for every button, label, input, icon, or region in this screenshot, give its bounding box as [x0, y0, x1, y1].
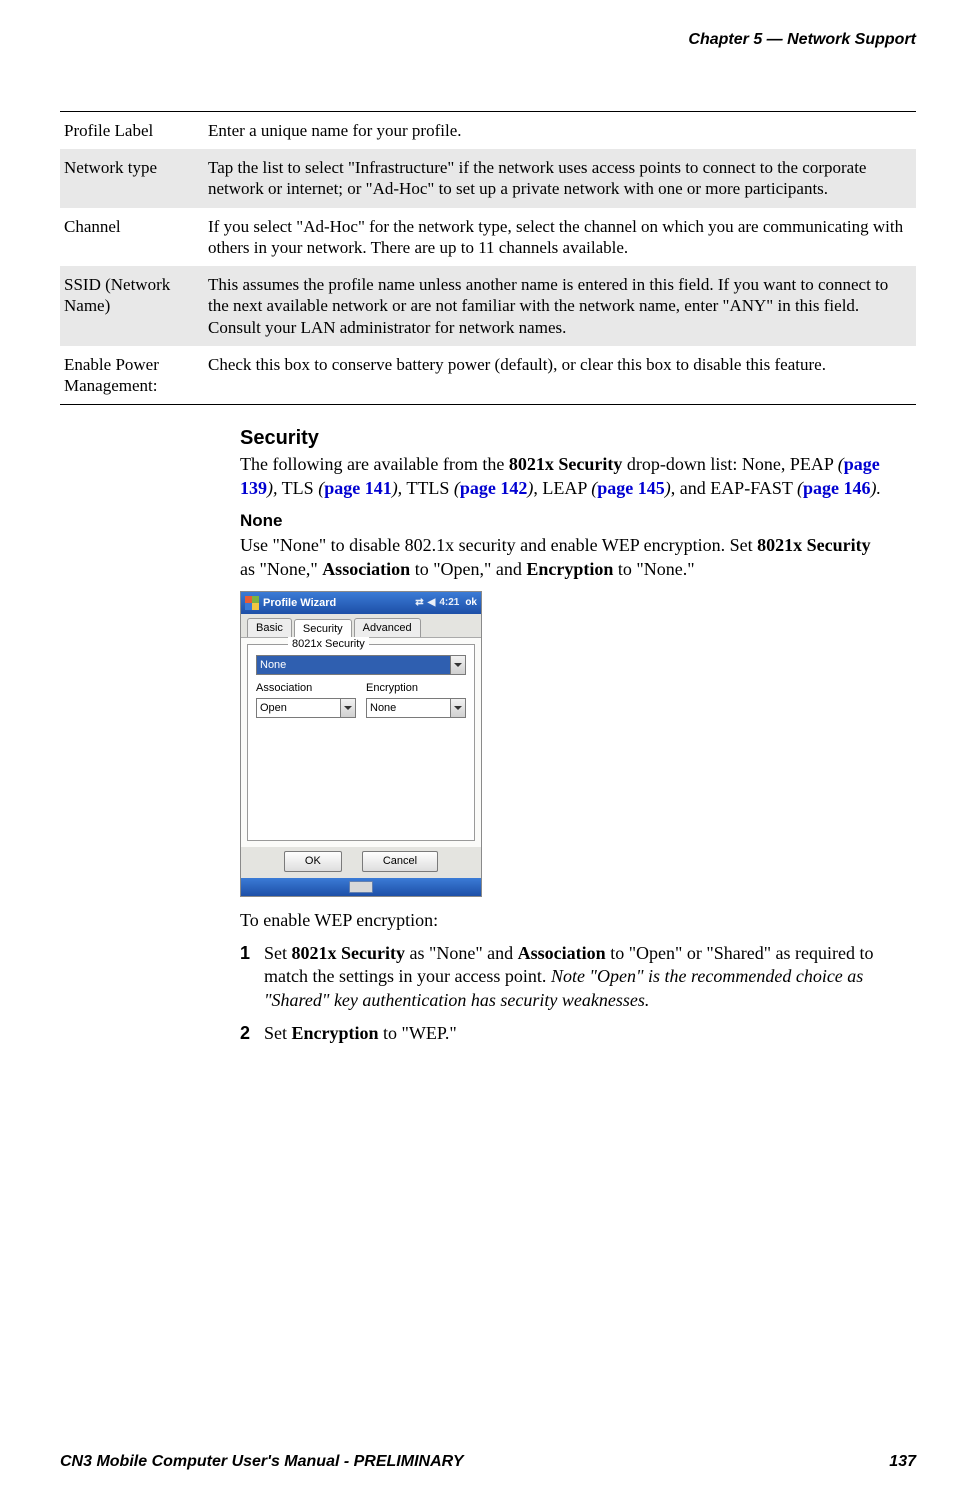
link-leap[interactable]: page 145 — [597, 478, 665, 498]
cell-label: Network type — [60, 149, 204, 208]
clock-text: 4:21 — [439, 596, 459, 609]
titlebar-ok-button[interactable]: ok — [465, 596, 477, 609]
cell-desc: Enter a unique name for your profile. — [204, 111, 916, 149]
cell-desc: This assumes the profile name unless ano… — [204, 266, 916, 346]
table-row: Enable Power Management: Check this box … — [60, 346, 916, 405]
settings-table: Profile Label Enter a unique name for yo… — [60, 111, 916, 406]
chapter-header: Chapter 5 — Network Support — [60, 30, 916, 51]
cell-label: Profile Label — [60, 111, 204, 149]
step-2: 2 Set Encryption to "WEP." — [240, 1022, 886, 1045]
table-row: Profile Label Enter a unique name for yo… — [60, 111, 916, 149]
cell-desc: Check this box to conserve battery power… — [204, 346, 916, 405]
tab-strip: Basic Security Advanced — [241, 614, 481, 638]
link-tls[interactable]: page 141 — [324, 478, 392, 498]
page-number: 137 — [889, 1452, 916, 1473]
link-ttls[interactable]: page 142 — [460, 478, 528, 498]
keyboard-icon[interactable] — [349, 881, 373, 893]
security-intro: The following are available from the 802… — [240, 453, 886, 500]
table-row: Channel If you select "Ad-Hoc" for the n… — [60, 208, 916, 267]
tab-advanced[interactable]: Advanced — [354, 618, 421, 637]
connectivity-icon: ⇄ — [415, 596, 423, 609]
ok-button[interactable]: OK — [284, 851, 342, 871]
cell-desc: If you select "Ad-Hoc" for the network t… — [204, 208, 916, 267]
cell-label: SSID (Network Name) — [60, 266, 204, 346]
none-paragraph: Use "None" to disable 802.1x security an… — [240, 534, 886, 581]
security-groupbox: 8021x Security None Association Open Enc — [247, 644, 475, 841]
cell-desc: Tap the list to select "Infrastructure" … — [204, 149, 916, 208]
security-combo[interactable]: None — [256, 655, 466, 675]
wep-heading: To enable WEP encryption: — [240, 909, 886, 932]
security-heading: Security — [240, 425, 886, 451]
cell-label: Enable Power Management: — [60, 346, 204, 405]
tab-security[interactable]: Security — [294, 619, 352, 638]
windows-logo-icon — [245, 596, 259, 610]
chevron-down-icon[interactable] — [450, 699, 465, 717]
groupbox-label: 8021x Security — [288, 637, 369, 651]
step-1: 1 Set 8021x Security as "None" and Assoc… — [240, 942, 886, 1012]
chevron-down-icon[interactable] — [340, 699, 355, 717]
none-heading: None — [240, 510, 886, 532]
table-row: SSID (Network Name) This assumes the pro… — [60, 266, 916, 346]
cancel-button[interactable]: Cancel — [362, 851, 438, 871]
cell-label: Channel — [60, 208, 204, 267]
sip-bar — [241, 878, 481, 896]
table-row: Network type Tap the list to select "Inf… — [60, 149, 916, 208]
volume-icon: ◀ — [428, 596, 436, 609]
link-eapfast[interactable]: page 146 — [803, 478, 871, 498]
association-combo[interactable]: Open — [256, 698, 356, 718]
encryption-label: Encryption — [366, 681, 466, 695]
window-title: Profile Wizard — [263, 596, 336, 610]
footer-left: CN3 Mobile Computer User's Manual - PREL… — [60, 1452, 464, 1473]
window-titlebar: Profile Wizard ⇄ ◀ 4:21 ok — [241, 592, 481, 614]
chevron-down-icon[interactable] — [450, 656, 465, 674]
encryption-combo[interactable]: None — [366, 698, 466, 718]
tab-basic[interactable]: Basic — [247, 618, 292, 637]
embedded-screenshot: Profile Wizard ⇄ ◀ 4:21 ok Basic Securit… — [240, 591, 482, 897]
association-label: Association — [256, 681, 356, 695]
